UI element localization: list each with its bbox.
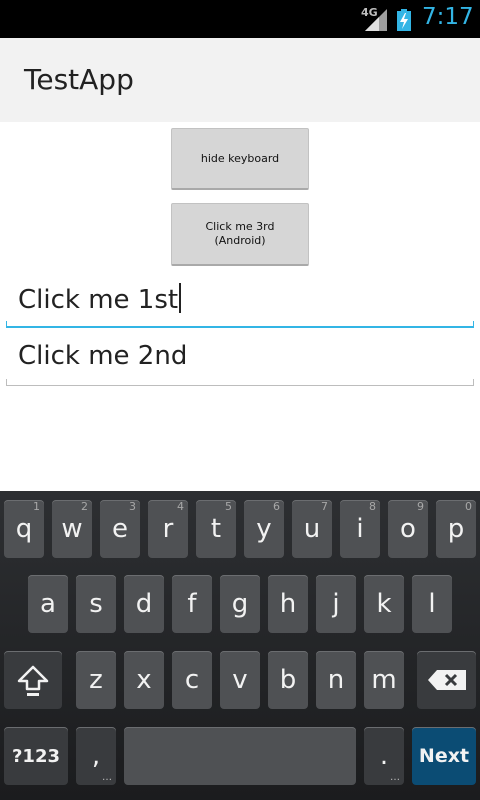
more-keys-indicator: … — [102, 772, 112, 783]
key-label: f — [187, 589, 197, 619]
period-key[interactable]: .… — [364, 727, 404, 785]
app-title: TestApp — [24, 63, 134, 96]
key-j[interactable]: j — [316, 575, 356, 633]
next-key[interactable]: Next — [412, 727, 476, 785]
comma-key[interactable]: ,… — [76, 727, 116, 785]
key-label: a — [40, 589, 56, 619]
key-p[interactable]: p0 — [436, 500, 476, 558]
key-f[interactable]: f — [172, 575, 212, 633]
key-d[interactable]: d — [124, 575, 164, 633]
field-underline — [6, 385, 474, 386]
key-hint: 3 — [129, 500, 136, 513]
battery-charging-icon — [397, 9, 411, 31]
first-field-value: Click me 1st — [18, 285, 179, 315]
key-label: h — [279, 589, 297, 619]
key-l[interactable]: l — [412, 575, 452, 633]
key-k[interactable]: k — [364, 575, 404, 633]
key-label: q — [15, 514, 33, 544]
key-hint: 8 — [369, 500, 376, 513]
key-a[interactable]: a — [28, 575, 68, 633]
clock: 7:17 — [422, 4, 474, 30]
key-t[interactable]: t5 — [196, 500, 236, 558]
key-g[interactable]: g — [220, 575, 260, 633]
key-label: o — [400, 514, 416, 544]
more-keys-indicator: … — [390, 772, 400, 783]
key-label: u — [303, 514, 321, 544]
key-s[interactable]: s — [76, 575, 116, 633]
key-label: z — [89, 665, 103, 695]
action-bar: TestApp — [0, 38, 480, 122]
shift-key[interactable] — [4, 651, 62, 709]
key-hint: 0 — [465, 500, 472, 513]
key-u[interactable]: u7 — [292, 500, 332, 558]
key-label: y — [256, 514, 272, 544]
click-me-3rd-sublabel: (Android) — [214, 234, 266, 247]
click-me-3rd-button[interactable]: Click me 3rd (Android) — [171, 203, 309, 266]
key-label: w — [61, 514, 83, 544]
key-label: j — [332, 589, 340, 619]
second-field-value: Click me 2nd — [18, 341, 188, 371]
key-e[interactable]: e3 — [100, 500, 140, 558]
key-c[interactable]: c — [172, 651, 212, 709]
first-text-field[interactable]: Click me 1st — [6, 270, 474, 328]
key-label: i — [356, 514, 364, 544]
text-cursor — [179, 283, 182, 313]
key-label: n — [327, 665, 345, 695]
key-label: x — [136, 665, 152, 695]
signal-icon — [365, 9, 387, 31]
key-label: e — [112, 514, 128, 544]
key-label: t — [210, 514, 222, 544]
key-i[interactable]: i8 — [340, 500, 380, 558]
key-label: g — [231, 589, 249, 619]
shift-icon — [17, 665, 49, 696]
key-label: c — [184, 665, 200, 695]
field-underline-right-tick — [473, 321, 474, 328]
key-m[interactable]: m — [364, 651, 404, 709]
key-label: l — [428, 589, 436, 619]
hide-keyboard-label: hide keyboard — [200, 151, 280, 165]
key-label: v — [232, 665, 248, 695]
hide-keyboard-button[interactable]: hide keyboard — [171, 128, 309, 190]
key-hint: 7 — [321, 500, 328, 513]
field-underline-right-tick — [473, 379, 474, 386]
key-w[interactable]: w2 — [52, 500, 92, 558]
key-b[interactable]: b — [268, 651, 308, 709]
key-label: m — [371, 665, 397, 695]
key-r[interactable]: r4 — [148, 500, 188, 558]
key-hint: 1 — [33, 500, 40, 513]
second-text-field[interactable]: Click me 2nd — [6, 328, 474, 386]
key-label: ?123 — [11, 745, 60, 767]
key-n[interactable]: n — [316, 651, 356, 709]
key-label: . — [379, 741, 389, 771]
key-label: b — [279, 665, 297, 695]
click-me-3rd-label: Click me 3rd — [205, 220, 275, 233]
key-z[interactable]: z — [76, 651, 116, 709]
symbols-key[interactable]: ?123 — [4, 727, 68, 785]
key-h[interactable]: h — [268, 575, 308, 633]
key-label: d — [135, 589, 153, 619]
key-x[interactable]: x — [124, 651, 164, 709]
backspace-key[interactable] — [417, 651, 476, 709]
key-hint: 9 — [417, 500, 424, 513]
soft-keyboard: q1 w2 e3 r4 t5 y6 u7 i8 o9 p0 a s d f g … — [0, 491, 480, 800]
key-label: k — [376, 589, 392, 619]
key-label: p — [447, 514, 465, 544]
key-label: Next — [418, 745, 470, 767]
key-hint: 5 — [225, 500, 232, 513]
key-q[interactable]: q1 — [4, 500, 44, 558]
key-label: s — [89, 589, 103, 619]
key-label: r — [162, 514, 174, 544]
key-hint: 2 — [81, 500, 88, 513]
key-y[interactable]: y6 — [244, 500, 284, 558]
key-label: , — [91, 741, 101, 771]
field-underline-left-tick — [6, 321, 7, 328]
key-hint: 4 — [177, 500, 184, 513]
status-bar: 4G 7:17 — [0, 0, 480, 38]
backspace-icon — [427, 670, 466, 690]
key-o[interactable]: o9 — [388, 500, 428, 558]
key-hint: 6 — [273, 500, 280, 513]
space-key[interactable] — [124, 727, 356, 785]
field-underline-left-tick — [6, 379, 7, 386]
key-v[interactable]: v — [220, 651, 260, 709]
